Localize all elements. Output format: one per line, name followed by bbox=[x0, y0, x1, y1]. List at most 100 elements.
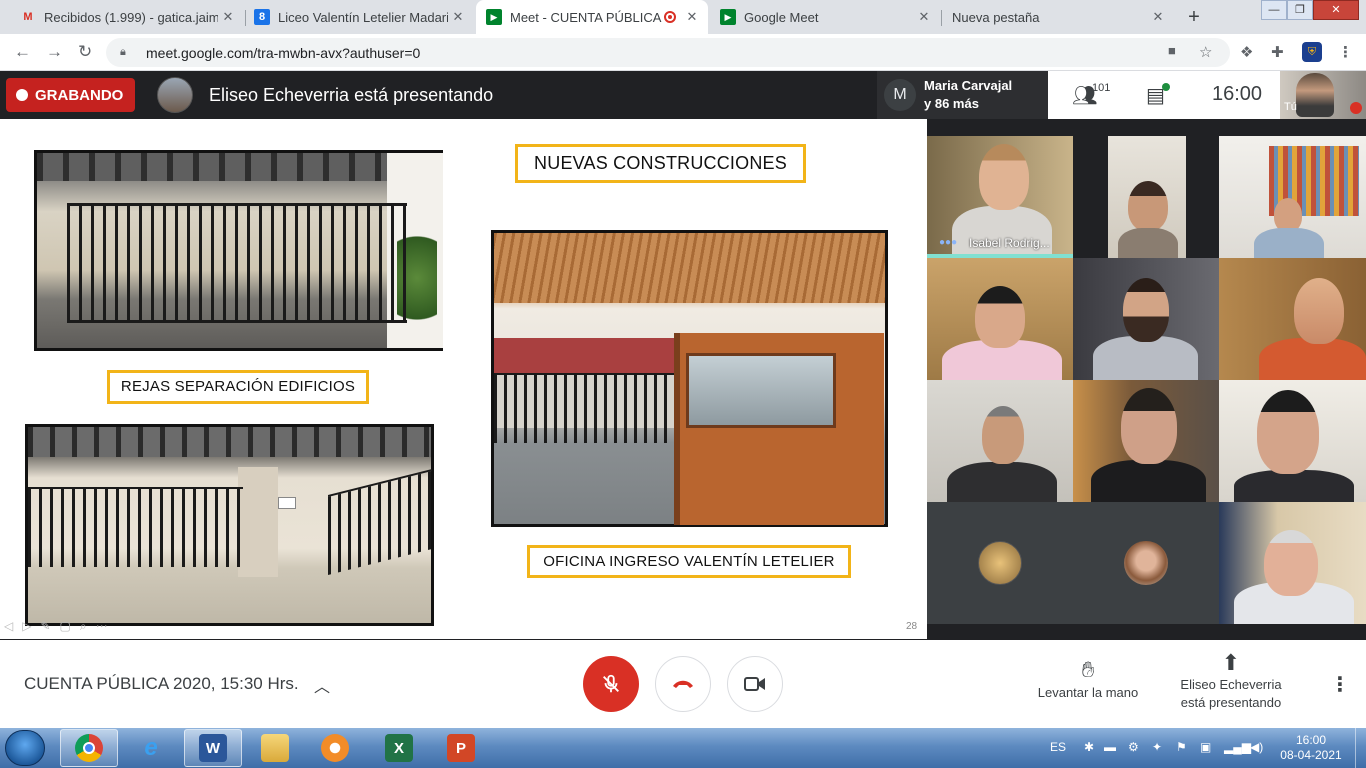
chat-notification-dot bbox=[1162, 83, 1170, 91]
meet-icon: ▶ bbox=[486, 9, 502, 25]
dropbox-extension-icon[interactable]: ❖ bbox=[1240, 43, 1253, 61]
taskbar-date: 08-04-2021 bbox=[1280, 748, 1342, 762]
slide-page-number: 28 bbox=[906, 621, 918, 632]
participant-chip[interactable]: M Maria Carvajal y 86 más bbox=[877, 71, 1049, 119]
start-button[interactable] bbox=[5, 730, 45, 766]
tab-close-icon[interactable]: ✕ bbox=[448, 9, 468, 25]
participant-tile[interactable] bbox=[1073, 258, 1219, 380]
participant-tile[interactable] bbox=[1219, 136, 1366, 258]
participant-tile[interactable] bbox=[1219, 380, 1366, 502]
internet-explorer-icon: e bbox=[144, 734, 158, 761]
participant-face bbox=[1257, 390, 1319, 474]
bookmark-star-icon[interactable]: ☆ bbox=[1199, 43, 1212, 61]
tray-network-app-icon[interactable]: ⚙︎ bbox=[1128, 740, 1139, 754]
right-fence bbox=[328, 469, 432, 575]
network-signal-icon[interactable]: ▂▄▆ bbox=[1224, 740, 1251, 754]
camera-toggle-button[interactable] bbox=[727, 656, 783, 712]
profile-shield-icon[interactable]: ⛨ bbox=[1302, 42, 1322, 62]
taskbar-file-explorer[interactable] bbox=[246, 729, 304, 767]
wall-sign bbox=[278, 497, 296, 509]
media-player-icon bbox=[321, 734, 349, 762]
participant-body bbox=[1093, 336, 1198, 380]
participant-chip-text: Maria Carvajal y 86 más bbox=[924, 77, 1012, 113]
taskbar-media-player[interactable] bbox=[306, 729, 364, 767]
bluetooth-icon[interactable]: ✱ bbox=[1084, 740, 1094, 754]
tray-tool-icon[interactable]: ✦ bbox=[1152, 740, 1162, 754]
minimize-button[interactable]: — bbox=[1261, 0, 1287, 20]
raise-hand-button[interactable]: ✋︎ Levantar la mano bbox=[1030, 656, 1146, 702]
tab-liceo[interactable]: 8 Liceo Valentín Letelier Madariag ✕ bbox=[246, 0, 474, 34]
participant-avatar: M bbox=[884, 79, 916, 111]
tab-google-meet[interactable]: ▶ Google Meet ✕ bbox=[710, 0, 940, 34]
restore-button[interactable]: ❐ bbox=[1287, 0, 1313, 20]
participant-tile[interactable] bbox=[927, 502, 1073, 624]
end-call-button[interactable] bbox=[655, 656, 711, 712]
participant-body bbox=[947, 462, 1057, 502]
self-view-tile[interactable]: Tú bbox=[1280, 71, 1366, 119]
recording-badge: GRABANDO bbox=[6, 78, 135, 112]
meet-top-bar: GRABANDO Eliseo Echeverria está presenta… bbox=[0, 71, 1366, 119]
tab-gmail[interactable]: M Recibidos (1.999) - gatica.jaime ✕ bbox=[0, 0, 244, 34]
language-indicator[interactable]: ES bbox=[1050, 740, 1066, 754]
camera-in-use-icon[interactable]: ■ bbox=[1168, 43, 1176, 58]
caption-rejas: REJAS SEPARACIÓN EDIFICIOS bbox=[107, 370, 369, 404]
participant-body bbox=[1091, 460, 1206, 502]
office-window bbox=[686, 353, 836, 428]
corridor-photo bbox=[25, 424, 434, 626]
slide-controls[interactable]: ◁▷✎▢⌕⋯ bbox=[4, 619, 117, 634]
tray-security-icon[interactable]: ⚑ bbox=[1176, 740, 1187, 754]
participant-tile[interactable] bbox=[927, 258, 1073, 380]
participant-face bbox=[979, 144, 1029, 210]
word-icon: W bbox=[199, 734, 227, 762]
tab-label: Meet - CUENTA PÚBLICA 20 bbox=[510, 9, 664, 25]
address-bar-row: ← → ↻ 🔒︎ meet.google.com/tra-mwbn-avx?au… bbox=[0, 34, 1366, 71]
excel-icon: X bbox=[385, 734, 413, 762]
taskbar-word[interactable]: W bbox=[184, 729, 242, 767]
taskbar-excel[interactable]: X bbox=[370, 729, 428, 767]
reload-icon[interactable]: ↻ bbox=[78, 42, 92, 62]
tab-close-icon[interactable]: ✕ bbox=[218, 9, 238, 25]
participant-tile[interactable] bbox=[927, 380, 1073, 502]
taskbar-internet-explorer[interactable]: e bbox=[122, 729, 180, 767]
presenter-avatar bbox=[157, 77, 193, 113]
extensions-puzzle-icon[interactable]: ✚ bbox=[1271, 43, 1284, 61]
browser-menu-icon[interactable]: ⋮ bbox=[1338, 43, 1353, 61]
tab-meet-active[interactable]: ▶ Meet - CUENTA PÚBLICA 20 ✕ bbox=[476, 0, 708, 34]
participant-face bbox=[1294, 278, 1344, 344]
tab-new[interactable]: Nueva pestaña ✕ bbox=[942, 0, 1174, 34]
taskbar-powerpoint[interactable]: P bbox=[432, 729, 490, 767]
close-window-button[interactable]: ✕ bbox=[1313, 0, 1359, 20]
forward-arrow-icon[interactable]: → bbox=[46, 42, 63, 62]
show-desktop-button[interactable] bbox=[1355, 728, 1366, 768]
participant-tile[interactable] bbox=[1219, 258, 1366, 380]
participant-tile[interactable] bbox=[1219, 502, 1366, 624]
mic-toggle-button[interactable] bbox=[583, 656, 639, 712]
presenting-status-button[interactable]: ⬆︎ Eliseo Echeverria está presentando bbox=[1166, 650, 1296, 712]
new-tab-button[interactable]: + bbox=[1182, 5, 1206, 29]
tab-close-icon[interactable]: ✕ bbox=[1148, 9, 1168, 25]
participant-tile[interactable]: ●●● Isabel Rodrig... bbox=[927, 136, 1073, 258]
taskbar-chrome[interactable] bbox=[60, 729, 118, 767]
url-field[interactable]: 🔒︎ meet.google.com/tra-mwbn-avx?authuser… bbox=[106, 38, 1230, 67]
chevron-up-icon[interactable]: ︿ bbox=[314, 673, 330, 697]
taskbar-clock[interactable]: 16:00 08-04-2021 bbox=[1278, 733, 1344, 763]
mic-off-icon bbox=[603, 674, 619, 693]
meeting-clock: 16:00 bbox=[1212, 83, 1263, 105]
hang-up-icon bbox=[673, 680, 693, 688]
participant-tile[interactable] bbox=[1073, 136, 1219, 258]
gmail-icon: M bbox=[23, 11, 33, 23]
gate-photo bbox=[34, 150, 443, 351]
tab-close-icon[interactable]: ✕ bbox=[682, 9, 702, 25]
tab-close-icon[interactable]: ✕ bbox=[914, 9, 934, 25]
back-arrow-icon[interactable]: ← bbox=[14, 42, 31, 62]
participant-avatar bbox=[978, 541, 1022, 585]
tray-app-icon[interactable]: ▬ bbox=[1104, 740, 1116, 754]
participant-tile[interactable] bbox=[1073, 380, 1219, 502]
volume-icon[interactable]: ◀) bbox=[1250, 740, 1263, 754]
more-options-icon[interactable]: ⋮ bbox=[1330, 672, 1350, 697]
participant-name: Maria Carvajal bbox=[924, 78, 1013, 93]
muted-mic-icon bbox=[1350, 102, 1362, 114]
tray-device-icon[interactable]: ▣ bbox=[1200, 740, 1211, 754]
participant-tile[interactable] bbox=[1073, 502, 1219, 624]
lock-icon: 🔒︎ bbox=[120, 46, 126, 58]
